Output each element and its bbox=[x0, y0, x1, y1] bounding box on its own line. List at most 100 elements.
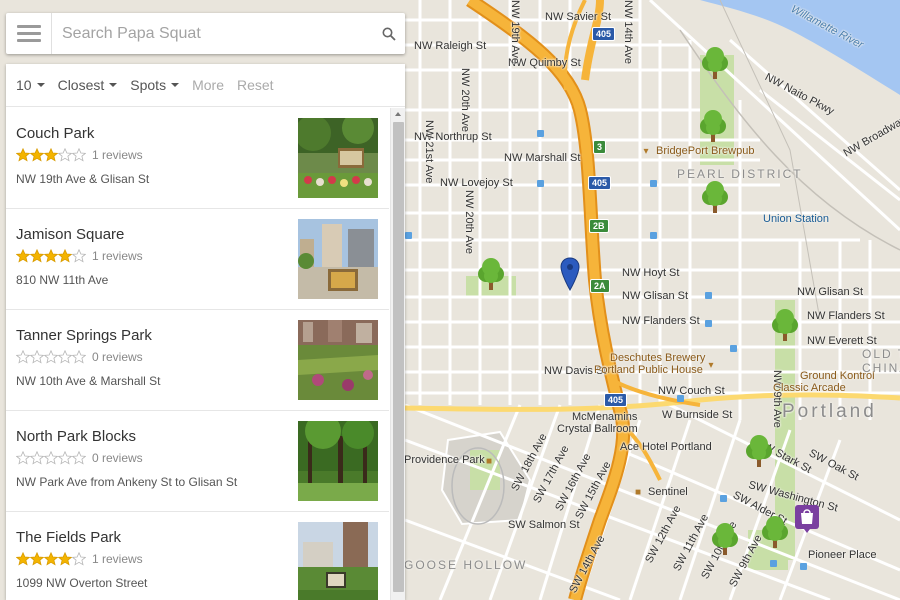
transit-stop-icon[interactable] bbox=[730, 345, 737, 352]
transit-stop-icon[interactable] bbox=[537, 180, 544, 187]
star-empty-icon bbox=[58, 148, 72, 162]
transit-stop-icon[interactable] bbox=[720, 495, 727, 502]
star-filled-icon bbox=[30, 552, 44, 566]
count-dropdown[interactable]: 10 bbox=[16, 77, 45, 93]
review-count[interactable]: 1 reviews bbox=[92, 552, 143, 566]
street-label-raleigh: NW Raleigh St bbox=[414, 40, 487, 52]
park-tree-marker[interactable] bbox=[744, 435, 774, 469]
transit-stop-icon[interactable] bbox=[677, 395, 684, 402]
count-dropdown-label: 10 bbox=[16, 77, 32, 93]
place-label-portland: Portland bbox=[782, 401, 877, 422]
rating: 1 reviews bbox=[16, 552, 143, 566]
reset-button[interactable]: Reset bbox=[237, 77, 274, 93]
place-label-ground-kontrol-2: Classic Arcade bbox=[773, 382, 846, 394]
street-label-flanders-east: NW Flanders St bbox=[807, 310, 885, 322]
caret-down-icon bbox=[36, 83, 45, 87]
transit-stop-icon[interactable] bbox=[650, 180, 657, 187]
list-item[interactable]: Tanner Springs Park 0 reviews NW 10th Av… bbox=[6, 310, 389, 411]
park-tree-marker[interactable] bbox=[698, 110, 728, 144]
star-empty-icon bbox=[72, 249, 86, 263]
scroll-up-arrow-icon[interactable] bbox=[395, 112, 401, 116]
street-label-lovejoy: NW Lovejoy St bbox=[440, 177, 513, 189]
stadium-icon[interactable]: ■ bbox=[483, 456, 495, 468]
park-tree-marker[interactable] bbox=[476, 258, 506, 292]
transit-stop-icon[interactable] bbox=[770, 560, 777, 567]
rating: 0 reviews bbox=[16, 350, 143, 364]
sort-dropdown-label: Closest bbox=[57, 77, 105, 93]
shop-icon[interactable]: ■ bbox=[632, 487, 644, 499]
scroll-thumb[interactable] bbox=[393, 122, 404, 592]
park-tree-marker[interactable] bbox=[710, 523, 740, 557]
park-tree-marker[interactable] bbox=[700, 181, 730, 215]
filter-bar: 10 Closest Spots More Reset bbox=[6, 64, 405, 107]
type-dropdown-label: Spots bbox=[130, 77, 167, 93]
review-count[interactable]: 0 reviews bbox=[92, 451, 143, 465]
rating: 0 reviews bbox=[16, 451, 143, 465]
list-item[interactable]: The Fields Park 1 reviews 1099 NW Overto… bbox=[6, 512, 389, 600]
transit-stop-icon[interactable] bbox=[405, 232, 412, 239]
park-name[interactable]: Couch Park bbox=[16, 125, 94, 142]
park-tree-marker[interactable] bbox=[770, 309, 800, 343]
park-address: NW Park Ave from Ankeny St to Glisan St bbox=[16, 475, 238, 489]
street-label-marshall: NW Marshall St bbox=[504, 152, 581, 164]
list-scrollbar[interactable] bbox=[390, 108, 405, 600]
star-empty-icon bbox=[58, 451, 72, 465]
transit-stop-icon[interactable] bbox=[705, 292, 712, 299]
shopping-bag-marker[interactable] bbox=[794, 504, 820, 534]
list-item[interactable]: North Park Blocks 0 reviews NW Park Ave … bbox=[6, 411, 389, 512]
review-count[interactable]: 1 reviews bbox=[92, 249, 143, 263]
location-pin-icon[interactable] bbox=[560, 257, 580, 292]
review-count[interactable]: 1 reviews bbox=[92, 148, 143, 162]
star-filled-icon bbox=[44, 249, 58, 263]
rating: 1 reviews bbox=[16, 148, 143, 162]
transit-stop-icon[interactable] bbox=[537, 130, 544, 137]
exit-shield: 2B bbox=[589, 219, 609, 233]
park-name[interactable]: Tanner Springs Park bbox=[16, 327, 152, 344]
park-name[interactable]: Jamison Square bbox=[16, 226, 124, 243]
star-empty-icon bbox=[72, 451, 86, 465]
i405-shield: 405 bbox=[592, 27, 616, 41]
search-bar bbox=[6, 13, 405, 54]
transit-stop-icon[interactable] bbox=[800, 563, 807, 570]
park-photo[interactable] bbox=[298, 421, 378, 501]
brewpub-icon[interactable]: ▾ bbox=[640, 146, 652, 158]
place-label-goose-hollow: GOOSE HOLLOW bbox=[404, 558, 528, 572]
park-address: NW 10th Ave & Marshall St bbox=[16, 374, 161, 388]
hamburger-menu-button[interactable] bbox=[6, 13, 52, 54]
park-photo[interactable] bbox=[298, 522, 378, 600]
brewery-icon[interactable]: ▾ bbox=[705, 360, 717, 372]
search-input[interactable] bbox=[52, 14, 373, 53]
park-tree-marker[interactable] bbox=[700, 47, 730, 81]
park-photo[interactable] bbox=[298, 118, 378, 198]
list-item[interactable]: Couch Park 1 reviews NW 19th Ave & Glisa… bbox=[6, 108, 389, 209]
park-name[interactable]: The Fields Park bbox=[16, 529, 121, 546]
menu-line bbox=[16, 39, 41, 42]
sort-dropdown[interactable]: Closest bbox=[58, 77, 118, 93]
star-filled-icon bbox=[30, 249, 44, 263]
type-dropdown[interactable]: Spots bbox=[130, 77, 180, 93]
star-rating bbox=[16, 148, 86, 162]
place-label-pioneer-place: Pioneer Place bbox=[808, 549, 877, 561]
street-label-20th: NW 20th Ave bbox=[459, 68, 471, 132]
more-button[interactable]: More bbox=[192, 77, 224, 93]
park-tree-marker[interactable] bbox=[760, 516, 790, 550]
street-label-glisan-east: NW Glisan St bbox=[797, 286, 864, 298]
star-filled-icon bbox=[16, 249, 30, 263]
star-filled-icon bbox=[44, 552, 58, 566]
transit-stop-icon[interactable] bbox=[705, 320, 712, 327]
park-name[interactable]: North Park Blocks bbox=[16, 428, 136, 445]
street-label-salmon: SW Salmon St bbox=[508, 519, 580, 531]
star-rating bbox=[16, 350, 86, 364]
place-label-sentinel: Sentinel bbox=[648, 486, 688, 498]
star-filled-icon bbox=[16, 148, 30, 162]
list-item[interactable]: Jamison Square 1 reviews 810 NW 11th Ave bbox=[6, 209, 389, 310]
park-photo[interactable] bbox=[298, 219, 378, 299]
park-photo[interactable] bbox=[298, 320, 378, 400]
transit-stop-icon[interactable] bbox=[650, 232, 657, 239]
i405-shield: 405 bbox=[604, 393, 628, 407]
park-address: 810 NW 11th Ave bbox=[16, 273, 109, 287]
park-address: NW 19th Ave & Glisan St bbox=[16, 172, 150, 186]
star-rating bbox=[16, 451, 86, 465]
search-button[interactable] bbox=[373, 13, 405, 54]
review-count[interactable]: 0 reviews bbox=[92, 350, 143, 364]
